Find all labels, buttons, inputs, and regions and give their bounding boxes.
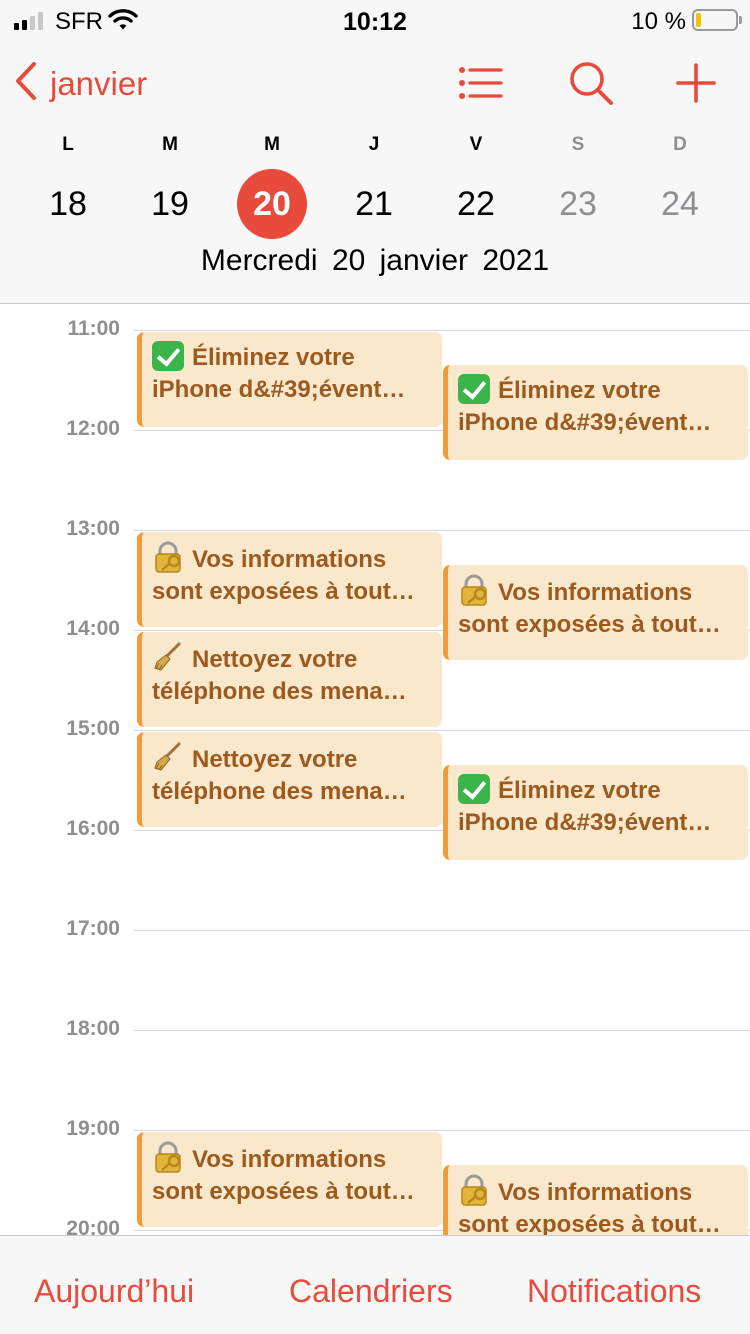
lock-icon	[152, 541, 184, 573]
event-subtitle: sont exposées à tout…	[458, 1211, 721, 1235]
check-icon	[458, 374, 490, 405]
battery-percent: 10 %	[631, 8, 686, 35]
calendar-event[interactable]: Vos informations sont exposées à tout…	[137, 532, 442, 627]
day-cell[interactable]: 18	[17, 167, 119, 241]
event-title: Nettoyez votre	[192, 646, 358, 673]
calendar-event[interactable]: Nettoyez votre téléphone des mena…	[137, 732, 442, 827]
event-title-line: Nettoyez votre	[152, 741, 432, 776]
status-bar: SFR 10:12 10 %	[0, 0, 750, 40]
event-subtitle: téléphone des mena…	[152, 778, 407, 805]
back-label: janvier	[50, 64, 148, 102]
event-subtitle: iPhone d&#39;évent…	[152, 376, 406, 403]
plus-icon[interactable]	[676, 60, 716, 111]
notifications-tab[interactable]: Notifications	[527, 1236, 701, 1334]
weekday-label: L	[62, 134, 74, 155]
today-tab[interactable]: Aujourd’hui	[34, 1236, 194, 1334]
day-cell[interactable]: 24	[629, 167, 731, 241]
day-row: 18 19 20 21 22 23 24	[0, 167, 750, 241]
broom-icon	[152, 741, 184, 771]
hour-gridline	[134, 730, 750, 731]
hour-label: 15:00	[66, 717, 120, 740]
calendar-event[interactable]: Vos informations sont exposées à tout…	[137, 1132, 442, 1227]
list-icon[interactable]	[457, 60, 503, 111]
hour-gridline	[134, 930, 750, 931]
hour-label: 20:00	[66, 1217, 120, 1235]
hour-gridline	[134, 530, 750, 531]
event-title-line: Éliminez votre	[458, 774, 738, 807]
calendar-event[interactable]: Nettoyez votre téléphone des mena…	[137, 632, 442, 727]
tab-bar: Aujourd’hui Calendriers Notifications	[0, 1235, 750, 1334]
selected-weekday-name: Mercredi	[200, 244, 318, 277]
hour-label: 11:00	[67, 317, 120, 340]
lock-icon	[458, 574, 490, 607]
event-title-line: Vos informations	[152, 1141, 432, 1176]
calendars-tab[interactable]: Calendriers	[289, 1236, 453, 1334]
event-title-line: Éliminez votre	[458, 374, 738, 407]
event-title-line: Éliminez votre	[152, 341, 432, 374]
broom-icon	[152, 641, 184, 671]
check-icon	[152, 341, 184, 371]
check-icon	[458, 774, 490, 805]
hour-gridline	[134, 1130, 750, 1131]
event-subtitle: sont exposées à tout…	[458, 611, 721, 639]
search-icon[interactable]	[568, 60, 614, 111]
selected-day-circle: 20	[237, 169, 307, 239]
lock-icon	[458, 1174, 490, 1207]
day-timeline[interactable]: 11:00 12:00 13:00 14:00 15:00 16:00 17:00 18:00…	[0, 305, 750, 1235]
event-title: Nettoyez votre	[192, 746, 358, 773]
weekday-row: L M M J V S D	[0, 134, 750, 158]
selected-date-label: Mercredi 20 janvier 2021	[0, 244, 750, 278]
hour-label: 12:00	[66, 417, 120, 440]
calendar-event[interactable]: Vos informations sont exposées à tout…	[443, 1165, 748, 1235]
lock-icon	[152, 1141, 184, 1173]
weekday-label: V	[469, 134, 483, 155]
event-subtitle: sont exposées à tout…	[152, 1178, 415, 1205]
event-title: Vos informations	[498, 1179, 693, 1207]
battery-icon	[692, 9, 742, 31]
weekday-label: M	[264, 134, 280, 155]
event-subtitle: sont exposées à tout…	[152, 578, 415, 605]
event-title: Éliminez votre	[192, 344, 355, 371]
weekday-label: S	[571, 134, 585, 155]
selected-date-text: 20 janvier 2021	[331, 244, 550, 277]
event-title-line: Nettoyez votre	[152, 641, 432, 676]
event-subtitle: iPhone d&#39;évent…	[458, 409, 712, 437]
calendar-event[interactable]: Éliminez votre iPhone d&#39;évent…	[443, 765, 748, 861]
calendar-event[interactable]: Éliminez votre iPhone d&#39;évent…	[137, 332, 442, 427]
hour-label: 16:00	[66, 817, 120, 840]
hour-label: 13:00	[66, 517, 120, 540]
event-title-line: Vos informations	[458, 1174, 738, 1209]
hour-gridline	[134, 330, 750, 331]
day-cell[interactable]: 22	[425, 167, 527, 241]
event-title: Vos informations	[192, 1146, 387, 1173]
day-cell[interactable]: 19	[119, 167, 221, 241]
weekday-label: J	[368, 134, 380, 155]
event-subtitle: téléphone des mena…	[152, 678, 407, 705]
calendar-event[interactable]: Éliminez votre iPhone d&#39;évent…	[443, 365, 748, 461]
chevron-left-icon	[14, 62, 38, 105]
hour-label: 14:00	[66, 617, 120, 640]
calendar-event[interactable]: Vos informations sont exposées à tout…	[443, 565, 748, 661]
back-button[interactable]: janvier	[14, 62, 147, 105]
event-title: Éliminez votre	[498, 777, 661, 805]
hour-label: 17:00	[66, 917, 120, 940]
day-cell[interactable]: 23	[527, 167, 629, 241]
hour-label: 18:00	[66, 1017, 120, 1040]
day-cell-selected[interactable]: 20	[221, 167, 323, 241]
event-title: Vos informations	[498, 579, 693, 607]
weekday-label: D	[673, 134, 687, 155]
event-title-line: Vos informations	[458, 574, 738, 609]
day-cell[interactable]: 21	[323, 167, 425, 241]
weekday-label: M	[162, 134, 178, 155]
hour-label: 19:00	[66, 1117, 120, 1140]
hour-gridline	[134, 1030, 750, 1031]
event-title: Vos informations	[192, 546, 387, 573]
event-subtitle: iPhone d&#39;évent…	[458, 809, 712, 837]
event-title-line: Vos informations	[152, 541, 432, 576]
event-title: Éliminez votre	[498, 377, 661, 405]
calendar-header: janvier L M M J V S D 18 19 20 21 22 23 …	[0, 40, 750, 304]
